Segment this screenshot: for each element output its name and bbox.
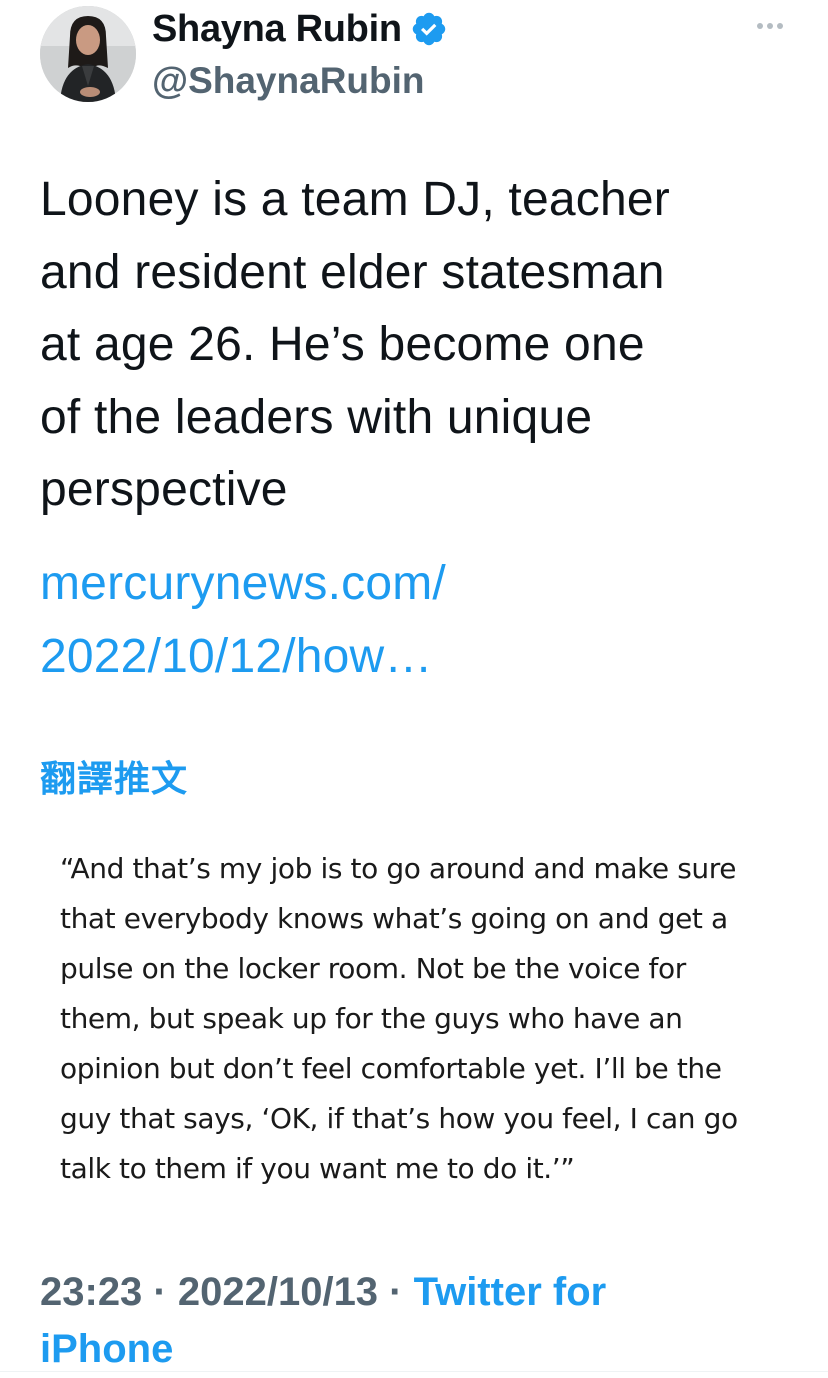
tweet-text-line: of the leaders with unique: [40, 390, 593, 444]
tweet-text: Looney is a team DJ, teacher and residen…: [40, 164, 800, 527]
quote-line: talk to them if you want me to do it.’”: [60, 1152, 575, 1185]
author-display-name[interactable]: Shayna Rubin: [152, 8, 402, 51]
avatar-photo: [40, 6, 136, 102]
tweet-text-line: perspective: [40, 463, 288, 516]
quote-line: that everybody knows what’s going on and…: [60, 902, 728, 935]
tweet-text-line: at age 26. He’s become one: [40, 318, 645, 371]
tweet-source-link[interactable]: iPhone: [40, 1327, 173, 1371]
tweet-time[interactable]: 23:23: [40, 1270, 142, 1314]
quote-line: “And that’s my job is to go around and m…: [60, 852, 737, 885]
quote-line: them, but speak up for the guys who have…: [60, 1002, 683, 1035]
author-name-row[interactable]: Shayna Rubin: [152, 4, 448, 54]
divider: [0, 1371, 828, 1372]
avatar[interactable]: [40, 6, 136, 102]
tweet-text-line: Looney is a team DJ, teacher: [40, 173, 670, 226]
quote-line: opinion but don’t feel comfortable yet. …: [60, 1052, 722, 1085]
translate-tweet-button[interactable]: 翻譯推文: [40, 750, 188, 802]
meta-separator: ·: [378, 1270, 414, 1314]
meta-separator: ·: [142, 1270, 178, 1314]
quote-line: pulse on the locker room. Not be the voi…: [60, 952, 686, 985]
quote-line: guy that says, ‘OK, if that’s how you fe…: [60, 1102, 738, 1135]
verified-badge-icon: [412, 12, 445, 46]
tweet-date[interactable]: 2022/10/13: [178, 1270, 378, 1314]
tweet-text-line: and resident elder statesman: [40, 245, 665, 299]
article-link-line[interactable]: 2022/10/12/how…: [40, 621, 800, 694]
article-link[interactable]: mercurynews.com/ 2022/10/12/how…: [40, 548, 800, 693]
tweet-metadata: 23:23 · 2022/10/13 · Twitter for iPhone: [40, 1264, 800, 1378]
author-handle[interactable]: @ShaynaRubin: [152, 60, 425, 102]
more-options-icon[interactable]: [752, 10, 792, 40]
tweet-source-link[interactable]: Twitter for: [414, 1270, 607, 1314]
quote-image[interactable]: “And that’s my job is to go around and m…: [40, 830, 788, 1210]
article-link-line[interactable]: mercurynews.com/: [40, 548, 800, 621]
